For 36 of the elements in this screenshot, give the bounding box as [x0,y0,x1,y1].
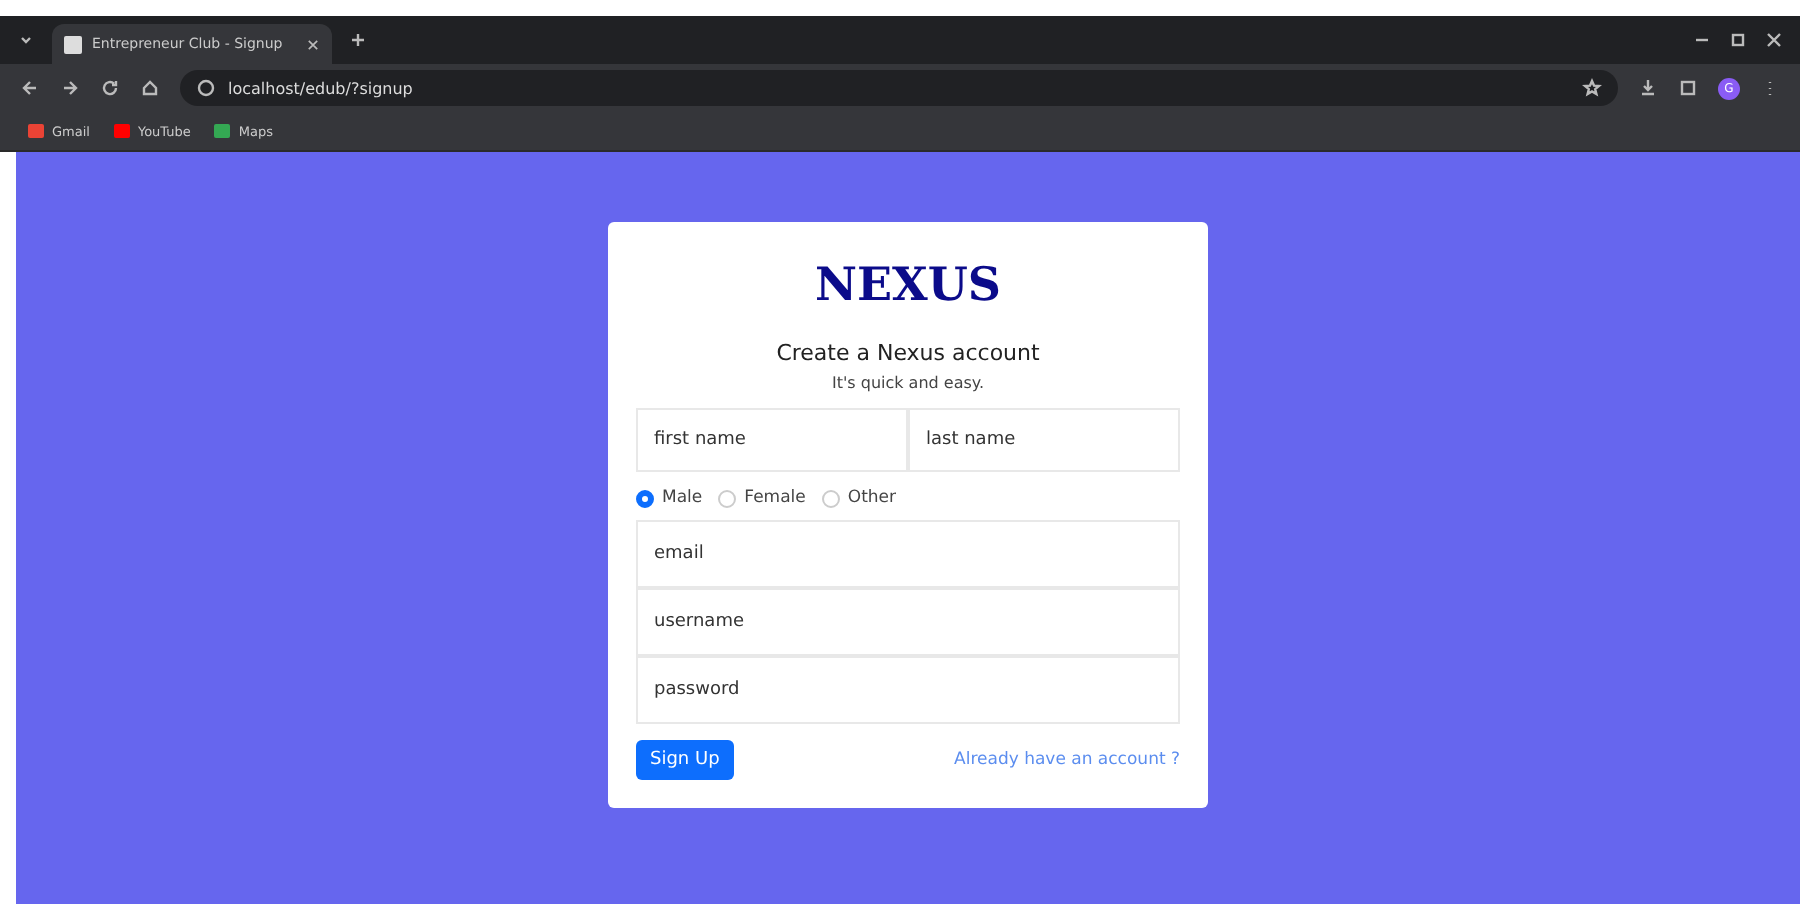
close-icon[interactable] [306,37,320,51]
input-field[interactable]: username [636,588,1180,656]
name-input[interactable]: last name [908,408,1180,472]
address-bar[interactable]: localhost/edub/?signup [180,70,1618,106]
reload-icon[interactable] [100,78,120,98]
download-icon[interactable] [1638,78,1658,98]
gender-option[interactable]: Female [718,488,806,508]
gender-option[interactable]: Male [636,488,703,508]
bookmark-icon [113,124,130,138]
forward-arrow-icon[interactable] [60,78,80,98]
input-field[interactable]: password [636,656,1180,724]
name-input[interactable]: first name [636,408,908,472]
bookmark-icon [28,124,44,138]
form-heading: Create a Nexus account [776,340,1040,366]
url-text: localhost/edub/?signup [228,79,415,97]
back-arrow-icon[interactable] [20,78,40,98]
sign-up-button[interactable]: Sign Up [636,740,734,780]
radio-button[interactable] [821,489,840,507]
gender-option[interactable]: Other [821,488,897,508]
home-icon[interactable] [140,78,160,98]
star-icon[interactable] [1582,78,1602,98]
radio-button[interactable] [636,489,654,507]
logo: NEXUS [814,258,1002,312]
maximize-icon[interactable] [1728,30,1748,50]
plus-icon[interactable] [348,30,368,50]
side-panel-icon[interactable] [1678,78,1698,98]
option-label: Male [662,488,703,508]
option-label: Female [744,488,806,508]
bookmark-icon [214,124,231,138]
form-subheading: It's quick and easy. [831,374,985,392]
favicon-icon [64,35,82,53]
site-info-icon[interactable] [196,78,216,98]
option-label: Other [847,488,897,508]
close-icon[interactable] [1764,30,1784,50]
radio-button[interactable] [718,489,737,507]
input-field[interactable]: email [636,520,1180,588]
